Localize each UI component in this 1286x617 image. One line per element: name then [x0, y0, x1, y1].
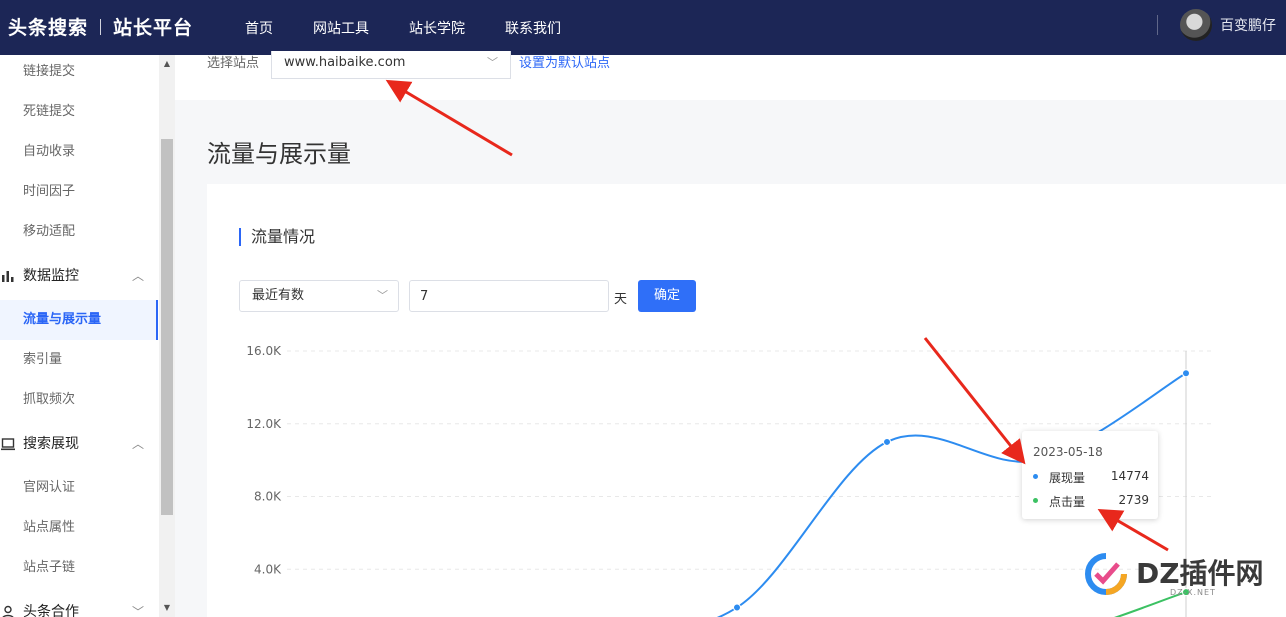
- legend-dot: [1033, 498, 1038, 503]
- watermark-sub: DZ-X.NET: [1170, 588, 1216, 597]
- sidebar-item-traffic[interactable]: 流量与展示量: [0, 300, 158, 340]
- sidebar: 链接提交 死链提交 自动收录 时间因子 移动适配 数据监控 ︿ 流量与展示量 索…: [0, 55, 175, 617]
- user-name[interactable]: 百变鹏仔: [1220, 15, 1276, 35]
- data-point: [733, 603, 741, 612]
- tooltip-date: 2023-05-18: [1033, 445, 1103, 459]
- sidebar-item-time-factor[interactable]: 时间因子: [0, 172, 158, 212]
- avatar[interactable]: [1180, 9, 1212, 41]
- chevron-up-icon: ︿: [131, 269, 144, 283]
- main-nav: 首页 网站工具 站长学院 联系我们: [245, 0, 601, 55]
- days-input[interactable]: [409, 280, 609, 312]
- tooltip-row-impressions: 展现量 14774: [1033, 469, 1149, 485]
- nav-site-tools[interactable]: 网站工具: [313, 18, 369, 38]
- user-menu[interactable]: 百变鹏仔: [1157, 9, 1276, 41]
- watermark-logo-icon: [1085, 553, 1127, 595]
- tooltip-label: 展现量: [1049, 471, 1086, 485]
- top-navbar: 头条搜索 站长平台 首页 网站工具 站长学院 联系我们 百变鹏仔: [0, 0, 1286, 55]
- sidebar-group-label: 数据监控: [23, 268, 79, 284]
- chart-tooltip: 2023-05-18 展现量 14774 点击量 2739: [1022, 431, 1158, 519]
- site-select-label: 选择站点: [207, 56, 260, 71]
- series-line-1: [1114, 591, 1187, 617]
- data-point: [1182, 369, 1190, 378]
- watermark-text: DZ插件网: [1136, 557, 1264, 590]
- set-default-site-link[interactable]: 设置为默认站点: [519, 55, 610, 73]
- brand-name: 头条搜索: [8, 17, 89, 39]
- chevron-down-icon: ﹀: [487, 56, 498, 69]
- sidebar-group-data-monitor[interactable]: 数据监控 ︿: [0, 256, 158, 296]
- sidebar-item-site-sublink[interactable]: 站点子链: [0, 548, 158, 588]
- y-tick-label: 4.0K: [254, 562, 282, 576]
- site-selector-row: 选择站点 www.haibaike.com ﹀ 设置为默认站点: [175, 51, 1286, 100]
- nav-contact[interactable]: 联系我们: [505, 18, 561, 38]
- y-tick-label: 12.0K: [246, 417, 282, 431]
- tooltip-value: 2739: [1118, 493, 1149, 507]
- tooltip-row-clicks: 点击量 2739: [1033, 493, 1149, 509]
- user-divider: [1157, 15, 1158, 35]
- scroll-up-arrow-icon[interactable]: ▲: [159, 59, 175, 68]
- chevron-down-icon: ﹀: [131, 605, 144, 617]
- sidebar-group-label: 头条合作: [23, 604, 79, 617]
- sidebar-item-crawl-freq[interactable]: 抓取频次: [0, 380, 158, 420]
- chevron-up-icon: ︿: [131, 437, 144, 451]
- sidebar-item-site-attr[interactable]: 站点属性: [0, 508, 158, 548]
- tooltip-value: 14774: [1110, 469, 1149, 483]
- brand-subtitle: 站长平台: [113, 17, 194, 39]
- sidebar-item-index-count[interactable]: 索引量: [0, 340, 158, 380]
- monitor-icon: [0, 424, 16, 464]
- data-point: [883, 437, 891, 446]
- sidebar-scrollbar[interactable]: ▲ ▼: [159, 55, 175, 617]
- scrollbar-thumb[interactable]: [161, 139, 173, 515]
- tooltip-label: 点击量: [1049, 495, 1086, 509]
- sidebar-item-auto-index[interactable]: 自动收录: [0, 132, 158, 172]
- y-tick-label: 16.0K: [246, 344, 282, 358]
- sidebar-group-toutiao-coop[interactable]: 头条合作 ﹀: [0, 592, 158, 617]
- bar-chart-icon: [0, 256, 16, 296]
- y-tick-label: 8.0K: [254, 490, 282, 504]
- sidebar-item-link-submit[interactable]: 链接提交: [0, 55, 158, 92]
- nav-academy[interactable]: 站长学院: [409, 18, 465, 38]
- confirm-button[interactable]: 确定: [638, 280, 696, 312]
- sidebar-item-mobile-adapt[interactable]: 移动适配: [0, 212, 158, 252]
- sidebar-group-label: 搜索展现: [23, 436, 79, 452]
- watermark: DZ插件网 DZ-X.NET: [1084, 548, 1274, 606]
- sidebar-item-dead-link[interactable]: 死链提交: [0, 92, 158, 132]
- days-unit-label: 天: [614, 292, 628, 307]
- sidebar-item-official-cert[interactable]: 官网认证: [0, 468, 158, 508]
- legend-dot: [1033, 474, 1038, 479]
- range-select[interactable]: 最近有数 ﹀: [239, 280, 399, 312]
- nav-home[interactable]: 首页: [245, 18, 273, 38]
- brand-separator: [100, 18, 102, 35]
- brand-logo[interactable]: 头条搜索 站长平台: [8, 13, 193, 40]
- page-title: 流量与展示量: [207, 140, 351, 168]
- sidebar-group-search-display[interactable]: 搜索展现 ︿: [0, 424, 158, 464]
- user-icon: [0, 592, 16, 617]
- site-select-value: www.haibaike.com: [284, 55, 406, 70]
- range-select-value: 最近有数: [252, 288, 305, 303]
- scroll-down-arrow-icon[interactable]: ▼: [159, 603, 175, 612]
- chevron-down-icon: ﹀: [377, 289, 388, 302]
- section-title: 流量情况: [239, 228, 315, 246]
- site-select[interactable]: www.haibaike.com ﹀: [271, 51, 511, 79]
